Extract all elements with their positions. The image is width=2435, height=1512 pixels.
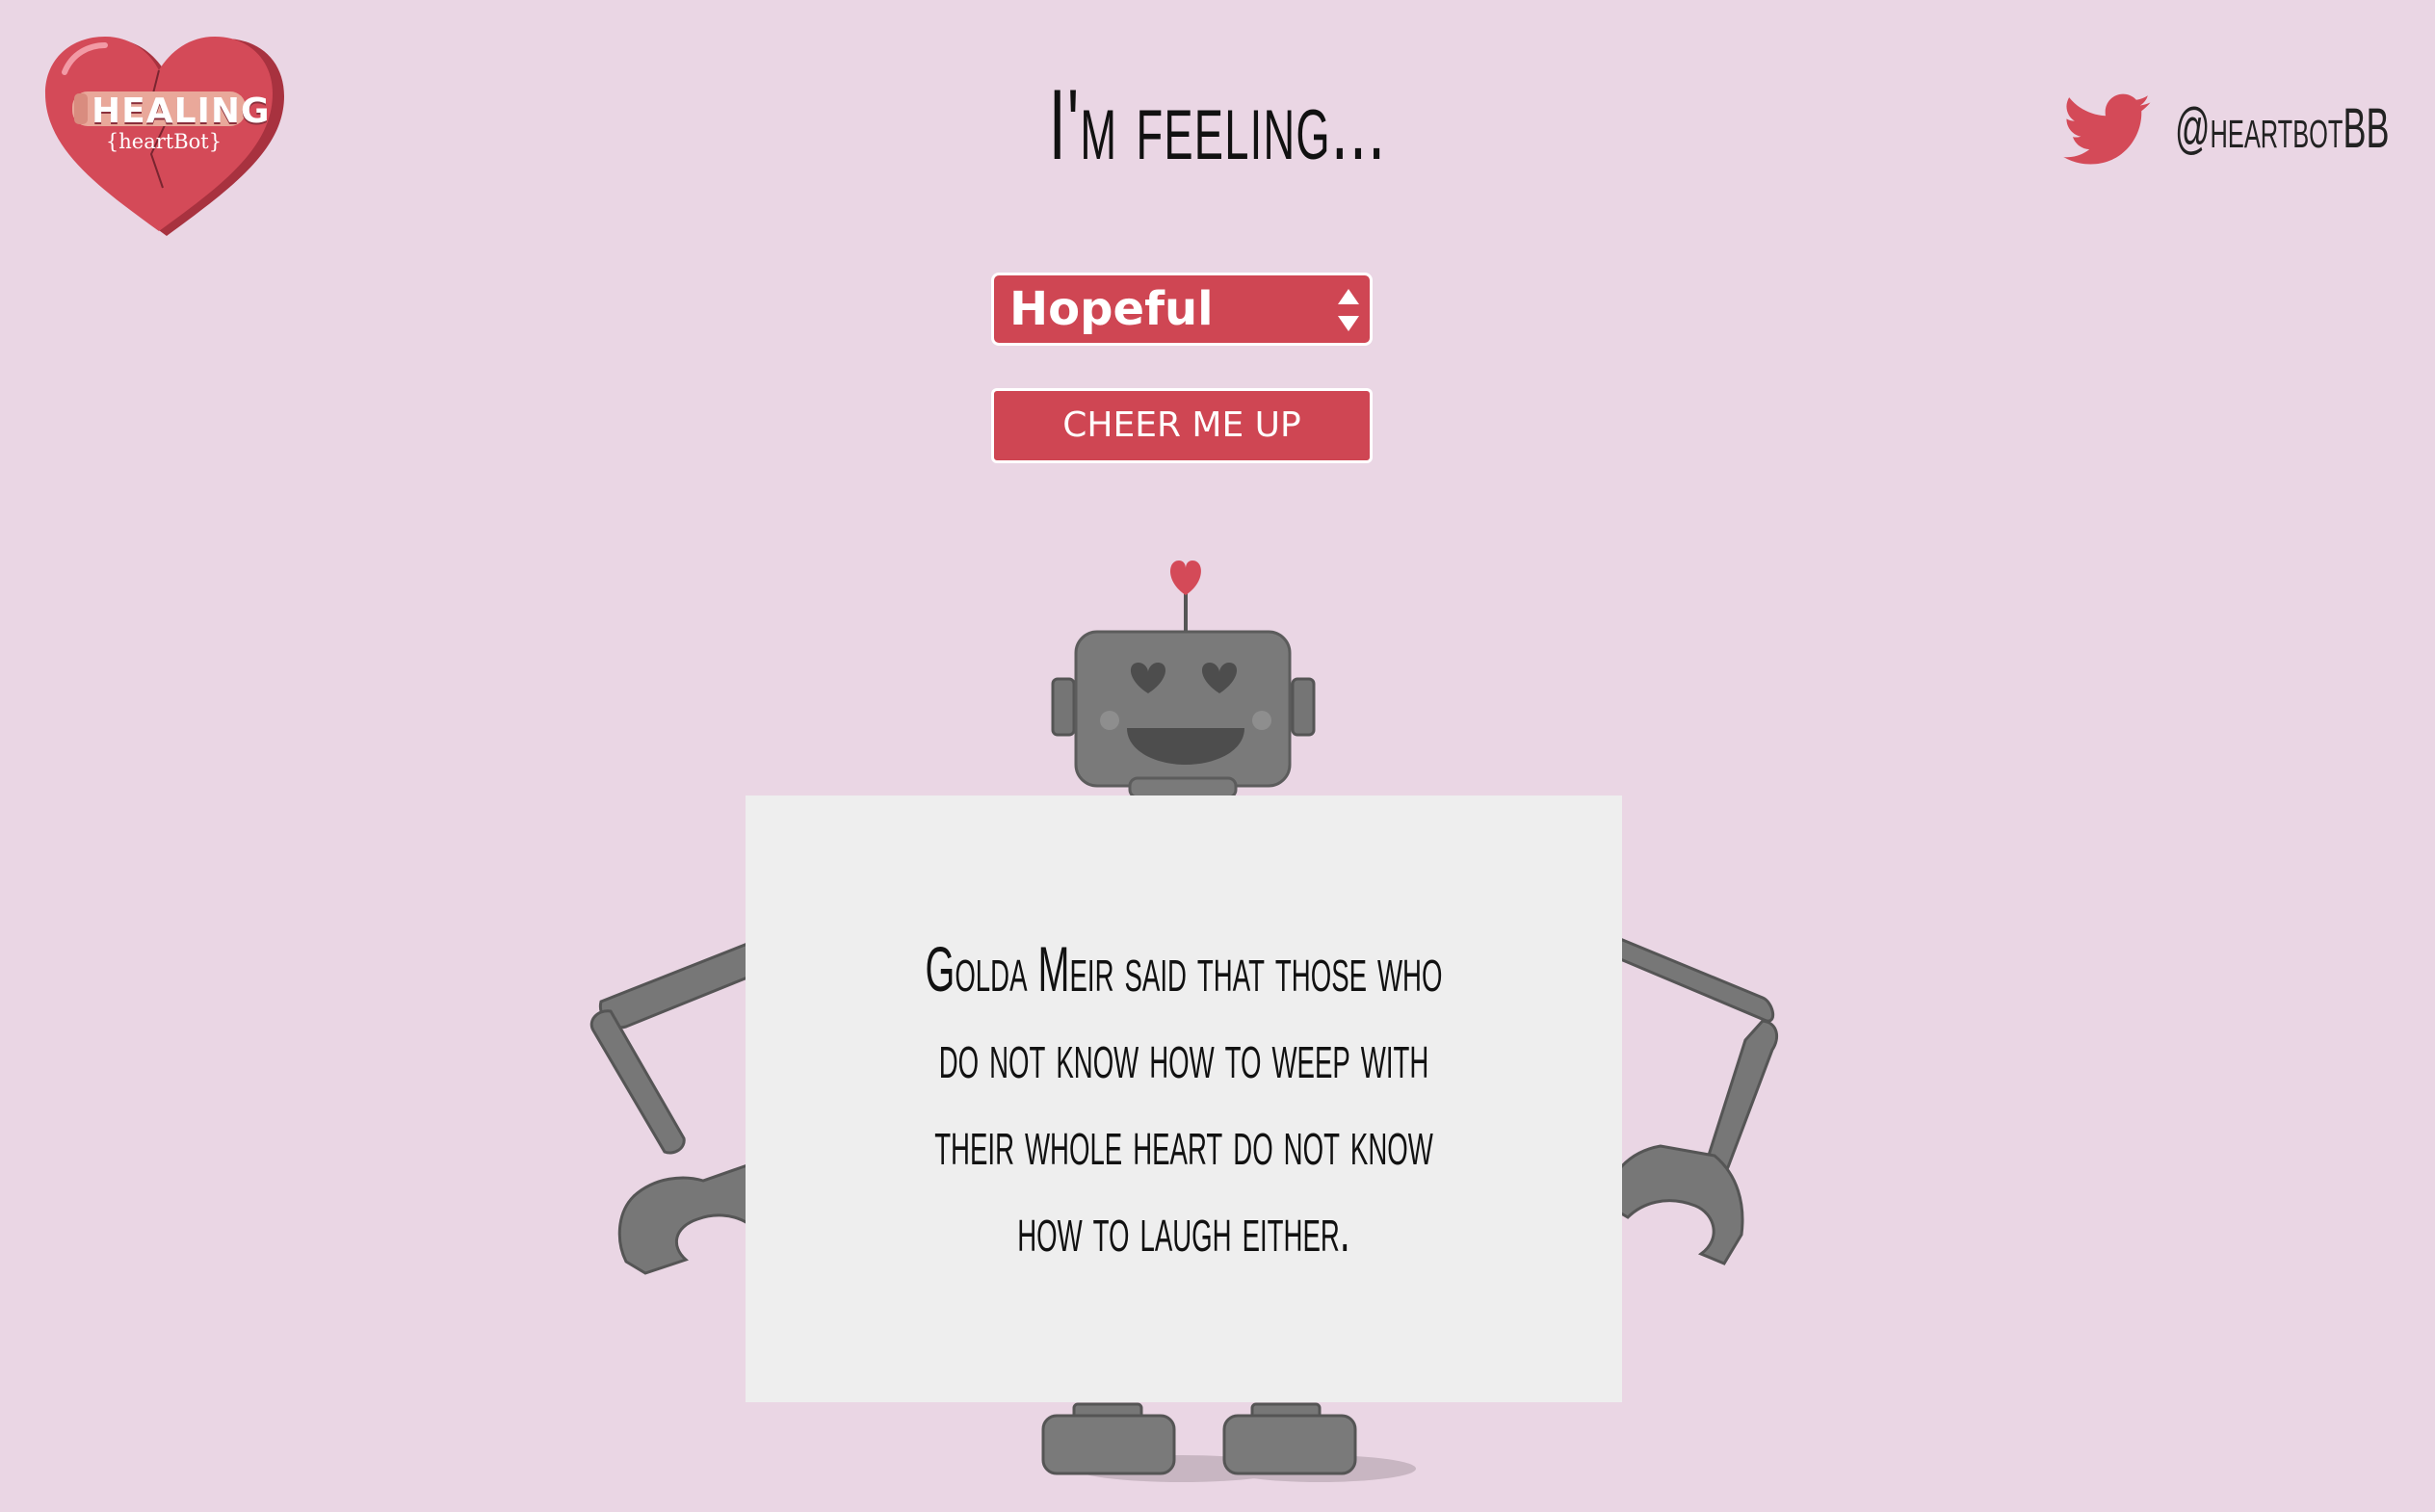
robot-right-arm: [1601, 932, 1779, 1265]
select-updown-icon: [1338, 289, 1359, 331]
cheer-me-up-button[interactable]: CHEER ME UP: [991, 388, 1373, 463]
mood-select-value: Hopeful: [1009, 282, 1214, 336]
twitter-bird-icon: [2063, 93, 2151, 165]
robot-feet: [1041, 1402, 1416, 1482]
logo[interactable]: HEALING {heartBot}: [43, 34, 284, 246]
antenna-heart-icon: [1170, 560, 1201, 636]
quote-container: Golda Meir said that those who do not kn…: [746, 795, 1622, 1402]
twitter-handle[interactable]: @heartbotBB: [2175, 101, 2389, 157]
mood-select[interactable]: Hopeful: [991, 273, 1373, 346]
quote-text: Golda Meir said that those who do not kn…: [925, 933, 1443, 1264]
quote-card: Golda Meir said that those who do not kn…: [746, 795, 1622, 1402]
page-title: I'm feeling...: [1048, 69, 1387, 181]
logo-heartbot-text: {heartBot}: [105, 130, 223, 153]
robot-head: [1074, 630, 1292, 799]
logo-healing-text: HEALING: [92, 91, 271, 131]
twitter-link[interactable]: [2063, 92, 2152, 169]
